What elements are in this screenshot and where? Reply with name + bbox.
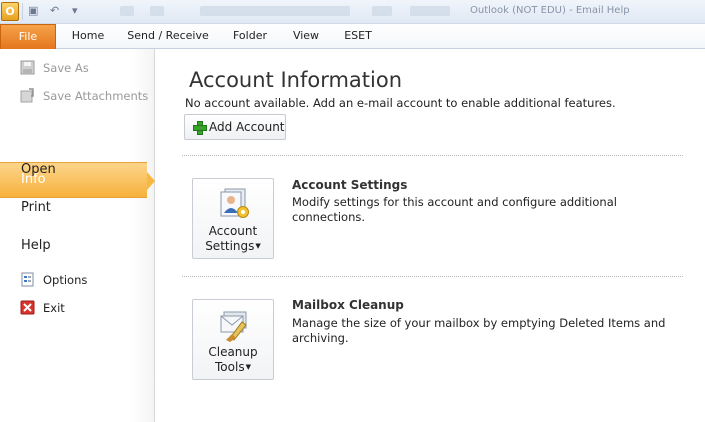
undo-icon[interactable]: ↶ (50, 3, 59, 19)
blurred-region (372, 6, 392, 16)
tab-file[interactable]: File (0, 24, 56, 49)
tab-view[interactable]: View (284, 24, 328, 49)
options-label: Options (43, 273, 88, 287)
save-as-label: Save As (43, 61, 89, 75)
ribbon-tabs: File Home Send / Receive Folder View ESE… (0, 24, 705, 49)
save-attachments-item[interactable]: Save Attachments (20, 87, 148, 105)
attachment-icon (20, 88, 34, 103)
blurred-region (200, 6, 350, 16)
nav-open[interactable]: Open (21, 162, 56, 177)
account-settings-title: Account Settings (292, 178, 408, 192)
exit-item[interactable]: Exit (20, 299, 65, 317)
save-attachments-label: Save Attachments (43, 89, 149, 103)
page-title: Account Information (189, 68, 403, 92)
account-settings-label-line1: Account (208, 224, 258, 238)
title-bar: O ▣ ↶ ▾ Outlook (NOT EDU) - Email Help (0, 0, 705, 24)
section-divider (182, 155, 683, 156)
tab-home[interactable]: Home (60, 24, 116, 49)
options-icon (21, 272, 34, 287)
tab-folder[interactable]: Folder (224, 24, 276, 49)
account-settings-label-line2: Settings▼ (205, 239, 261, 253)
blurred-region (120, 6, 134, 16)
save-as-item[interactable]: Save As (20, 59, 89, 77)
options-item[interactable]: Options (20, 271, 87, 289)
blurred-region (410, 6, 450, 16)
send-receive-quick-icon[interactable]: ▣ (28, 3, 38, 19)
quick-access-separator (22, 3, 23, 20)
exit-icon (20, 300, 35, 315)
tab-eset[interactable]: ESET (336, 24, 380, 49)
account-settings-icon (220, 188, 249, 218)
section-divider (182, 276, 683, 277)
customize-quick-access-icon[interactable]: ▾ (72, 3, 78, 19)
blurred-region (150, 6, 164, 16)
mailbox-cleanup-title: Mailbox Cleanup (292, 298, 404, 312)
dropdown-caret-icon: ▼ (255, 242, 261, 250)
exit-label: Exit (43, 301, 65, 315)
cleanup-tools-label-line2: Tools▼ (215, 360, 251, 374)
mailbox-cleanup-description: Manage the size of your mailbox by empty… (292, 316, 666, 345)
nav-help[interactable]: Help (21, 238, 51, 253)
window-title: Outlook (NOT EDU) - Email Help (470, 5, 630, 16)
plus-icon (193, 121, 207, 135)
backstage-nav: Save As Save Attachments Info Open Print… (0, 49, 155, 422)
page-subtitle: No account available. Add an e-mail acco… (185, 96, 616, 110)
outlook-app-icon[interactable]: O (1, 2, 19, 21)
add-account-label: Add Account (209, 120, 285, 134)
cleanup-tools-label-line1: Cleanup (208, 345, 258, 359)
save-icon (20, 60, 35, 75)
dropdown-caret-icon: ▼ (245, 363, 251, 371)
account-settings-description: Modify settings for this account and con… (292, 195, 617, 224)
account-settings-button[interactable]: Account Settings▼ (192, 178, 274, 259)
cleanup-tools-icon (220, 311, 247, 342)
cleanup-tools-button[interactable]: Cleanup Tools▼ (192, 299, 274, 380)
tab-send-receive[interactable]: Send / Receive (122, 24, 214, 49)
nav-print[interactable]: Print (21, 200, 51, 215)
account-information-panel: Account Information No account available… (156, 49, 705, 422)
add-account-button[interactable]: Add Account (184, 114, 286, 140)
